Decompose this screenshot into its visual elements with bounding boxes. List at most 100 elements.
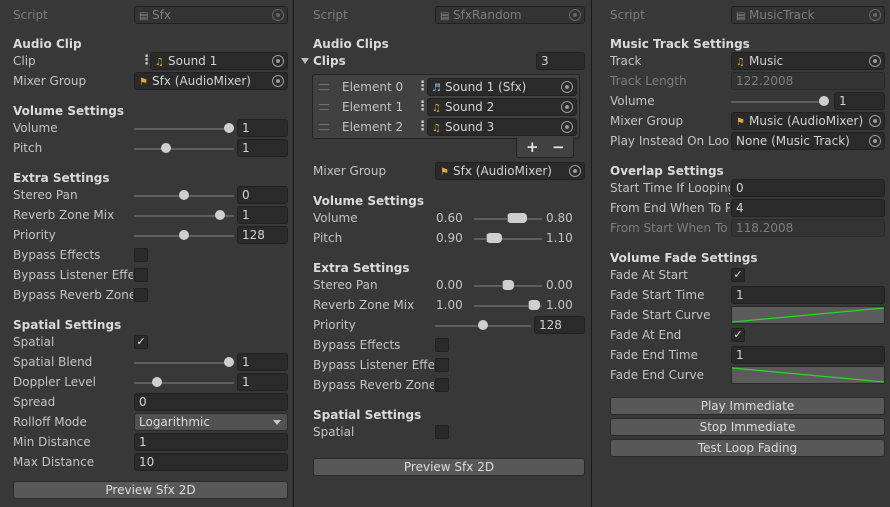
clip-label: Clip [13, 54, 36, 68]
volume-slider-track[interactable] [731, 101, 829, 103]
volume-slider-knob[interactable] [224, 123, 234, 133]
object-picker-icon[interactable] [869, 9, 881, 21]
fade-at-end-checkbox[interactable]: ✓ [731, 328, 745, 342]
priority-slider-knob[interactable] [179, 230, 189, 240]
object-picker-icon[interactable] [869, 55, 881, 67]
element-2-field[interactable]: ♫ Sound 3 [427, 118, 577, 136]
pitch-label: Pitch [13, 141, 43, 155]
doppler-level-input[interactable]: 1 [237, 373, 288, 391]
element-1-field[interactable]: ♫ Sound 2 [427, 98, 577, 116]
kebab-menu-icon[interactable]: ⋮ [416, 79, 429, 95]
object-picker-icon[interactable] [869, 115, 881, 127]
fade-at-start-checkbox[interactable]: ✓ [731, 268, 745, 282]
object-picker-icon[interactable] [569, 165, 581, 177]
clips-list: Element 0 ⋮ ♬ Sound 1 (Sfx) Element 1 ⋮ ♫… [312, 74, 580, 139]
bypass-listener-checkbox[interactable] [435, 358, 449, 372]
object-picker-icon[interactable] [869, 135, 881, 147]
pitch-slider-knob[interactable] [161, 143, 171, 153]
stereo-pan-input[interactable]: 0 [237, 186, 288, 204]
max-distance-input[interactable]: 10 [134, 453, 288, 471]
script-field[interactable]: ▤ SfxRandom [435, 6, 585, 24]
drag-handle-icon[interactable] [319, 104, 329, 110]
reverb-zone-mix-input[interactable]: 1 [237, 206, 288, 224]
rolloff-mode-dropdown[interactable]: Logarithmic [134, 413, 288, 431]
priority-slider-knob[interactable] [478, 320, 488, 330]
object-picker-icon[interactable] [561, 101, 573, 113]
fade-start-curve-field[interactable] [731, 306, 885, 324]
spatial-blend-slider-knob[interactable] [224, 357, 234, 367]
spread-input[interactable]: 0 [134, 393, 288, 411]
bypass-reverb-checkbox[interactable] [435, 378, 449, 392]
kebab-menu-icon[interactable]: ⋮ [416, 99, 429, 115]
spatial-checkbox[interactable]: ✓ [134, 335, 148, 349]
spatial-blend-slider-track[interactable] [134, 362, 234, 364]
play-immediate-button[interactable]: Play Immediate [610, 397, 885, 415]
min-distance-input[interactable]: 1 [134, 433, 288, 451]
object-picker-icon[interactable] [272, 9, 284, 21]
mixer-group-field[interactable]: ⚑ Sfx (AudioMixer) [134, 72, 288, 90]
preview-sfx-2d-button[interactable]: Preview Sfx 2D [13, 481, 288, 499]
max-distance-label: Max Distance [13, 455, 95, 469]
volume-min-value: 0.60 [436, 211, 463, 225]
doppler-level-slider-track[interactable] [134, 382, 234, 384]
drag-handle-icon[interactable] [319, 124, 329, 130]
bypass-effects-checkbox[interactable] [134, 248, 148, 262]
from-end-input[interactable]: 4 [731, 199, 885, 217]
add-element-button[interactable]: + [526, 138, 539, 156]
stereo-pan-range-handle[interactable] [502, 280, 514, 290]
pitch-range-handle[interactable] [486, 233, 502, 243]
script-field[interactable]: ▤ MusicTrack [731, 6, 885, 24]
music-note-icon: ♫ [736, 57, 745, 68]
pitch-max-value: 1.10 [546, 231, 573, 245]
preview-sfx-2d-button[interactable]: Preview Sfx 2D [313, 458, 585, 476]
drag-handle-icon[interactable] [319, 84, 329, 90]
foldout-arrow-icon[interactable] [301, 58, 309, 64]
object-picker-icon[interactable] [561, 81, 573, 93]
pitch-slider-track[interactable] [134, 148, 234, 150]
play-instead-on-loop-field[interactable]: None (Music Track) [731, 132, 885, 150]
fade-end-curve-field[interactable] [731, 366, 885, 384]
volume-range-handle[interactable] [507, 213, 527, 223]
priority-input[interactable]: 128 [237, 226, 288, 244]
spread-label: Spread [13, 395, 56, 409]
kebab-menu-icon[interactable]: ⋮ [416, 119, 429, 135]
spatial-blend-input[interactable]: 1 [237, 353, 288, 371]
clips-size-input[interactable]: 3 [536, 52, 585, 70]
remove-element-button[interactable]: − [552, 138, 565, 156]
volume-input[interactable]: 1 [834, 92, 885, 110]
track-field[interactable]: ♫ Music [731, 52, 885, 70]
clips-label[interactable]: Clips [313, 52, 346, 70]
volume-label: Volume [13, 121, 58, 135]
reverb-zone-mix-slider-knob[interactable] [215, 210, 225, 220]
inspector-sfx-random: Script ▤ SfxRandom Audio Clips Clips 3 El… [294, 0, 591, 507]
object-picker-icon[interactable] [561, 121, 573, 133]
spatial-checkbox[interactable] [435, 425, 449, 439]
fade-start-time-input[interactable]: 1 [731, 286, 885, 304]
pitch-range-track[interactable] [474, 238, 542, 240]
pitch-input[interactable]: 1 [237, 139, 288, 157]
stereo-pan-slider-knob[interactable] [179, 190, 189, 200]
object-picker-icon[interactable] [272, 55, 284, 67]
doppler-level-slider-knob[interactable] [152, 377, 162, 387]
clip-field[interactable]: ♫ Sound 1 [150, 52, 288, 70]
volume-slider-track[interactable] [134, 128, 234, 130]
bypass-effects-checkbox[interactable] [435, 338, 449, 352]
volume-slider-knob[interactable] [819, 96, 829, 106]
spatial-blend-label: Spatial Blend [13, 355, 93, 369]
fade-end-time-input[interactable]: 1 [731, 346, 885, 364]
mixer-group-field[interactable]: ⚑ Sfx (AudioMixer) [435, 162, 585, 180]
script-field[interactable]: ▤ Sfx [134, 6, 288, 24]
element-0-field[interactable]: ♬ Sound 1 (Sfx) [427, 78, 577, 96]
object-picker-icon[interactable] [569, 9, 581, 21]
volume-input[interactable]: 1 [237, 119, 288, 137]
bypass-listener-checkbox[interactable] [134, 268, 148, 282]
stop-immediate-button[interactable]: Stop Immediate [610, 418, 885, 436]
mixer-group-field[interactable]: ⚑ Music (AudioMixer) [731, 112, 885, 130]
start-time-input[interactable]: 0 [731, 179, 885, 197]
priority-input[interactable]: 128 [534, 316, 585, 334]
bypass-reverb-checkbox[interactable] [134, 288, 148, 302]
object-picker-icon[interactable] [272, 75, 284, 87]
reverb-zone-mix-range-handle[interactable] [528, 300, 540, 310]
test-loop-fading-button[interactable]: Test Loop Fading [610, 439, 885, 457]
kebab-menu-icon[interactable]: ⋮ [140, 53, 153, 69]
